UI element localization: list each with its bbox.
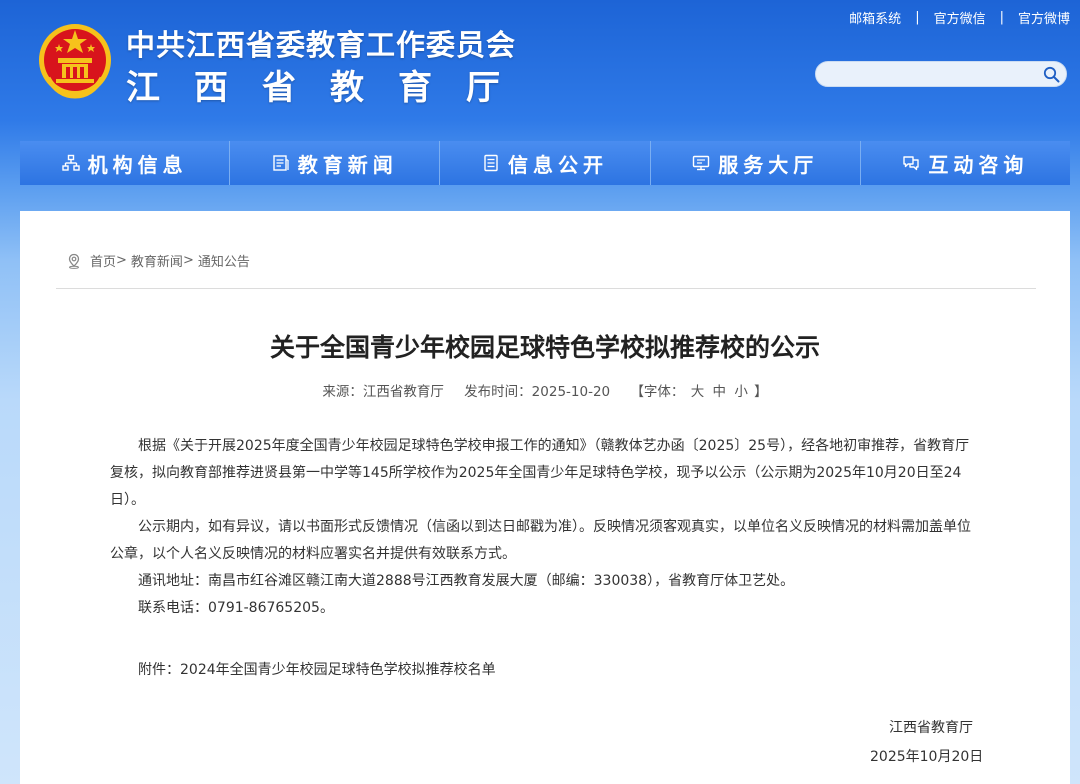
chat-icon xyxy=(903,156,920,171)
official-wechat-link[interactable]: 官方微信 xyxy=(934,8,986,27)
site-header: 中共江西省委教育工作委员会 江西省教育厅 邮箱系统 | 官方微信 | 官方微博 xyxy=(0,0,1080,140)
breadcrumb-notices[interactable]: 通知公告 xyxy=(198,251,250,270)
link-separator: | xyxy=(915,10,920,25)
main-nav: 机构信息 教育新闻 信息公开 服务大厅 互动咨询 xyxy=(20,141,1071,185)
article-title: 关于全国青少年校园足球特色学校拟推荐校的公示 xyxy=(269,333,820,362)
search-icon[interactable] xyxy=(1043,66,1060,83)
attachment-link[interactable]: 2024年全国青少年校园足球特色学校拟推荐校名单 xyxy=(180,662,496,678)
monitor-icon xyxy=(693,155,710,171)
paragraph: 公示期内，如有异议，请以书面形式反馈情况（信函以到达日邮戳为准）。反映情况须客观… xyxy=(110,519,971,562)
document-icon xyxy=(484,154,498,172)
font-size-bracket: 】 xyxy=(754,384,768,400)
mail-system-link[interactable]: 邮箱系统 xyxy=(849,8,901,27)
nav-label: 机构信息 xyxy=(87,152,188,177)
article-body: 根据《关于开展2025年度全国青少年校园足球特色学校申报工作的通知》（赣教体艺办… xyxy=(110,433,980,622)
nav-item-interactive-consult[interactable]: 互动咨询 xyxy=(860,141,1071,185)
location-pin-icon xyxy=(68,253,80,269)
dept-name: 江西省教育厅 xyxy=(126,68,534,108)
font-size-large-button[interactable]: 大 xyxy=(691,384,705,400)
breadcrumb-home[interactable]: 首页 xyxy=(90,251,116,270)
national-emblem-icon xyxy=(39,24,111,99)
font-size-medium-button[interactable]: 中 xyxy=(713,384,727,400)
article-date: 发布时间：2025-10-20 xyxy=(464,384,611,400)
nav-item-service-hall[interactable]: 服务大厅 xyxy=(650,141,861,185)
nav-label: 互动咨询 xyxy=(928,152,1029,177)
breadcrumb-separator: > xyxy=(116,253,127,268)
news-icon xyxy=(273,155,289,171)
nav-item-org-info[interactable]: 机构信息 xyxy=(20,141,231,185)
article-panel: 首页 > 教育新闻 > 通知公告 关于全国青少年校园足球特色学校拟推荐校的公示 … xyxy=(20,211,1070,784)
font-size-small-button[interactable]: 小 xyxy=(734,384,748,400)
nav-item-edu-news[interactable]: 教育新闻 xyxy=(230,141,441,185)
font-size-control: 【字体： 大 中 小 】 xyxy=(630,384,767,400)
attachment-label: 附件： xyxy=(138,662,180,678)
signature-org: 江西省教育厅 xyxy=(889,720,973,736)
paragraph: 联系电话：0791-86765205。 xyxy=(138,600,334,616)
font-size-label: 【字体： xyxy=(630,384,685,400)
nav-label: 服务大厅 xyxy=(718,152,819,177)
official-weibo-link[interactable]: 官方微博 xyxy=(1018,8,1070,27)
org-name: 中共江西省委教育工作委员会 xyxy=(126,28,517,62)
paragraph: 通讯地址：南昌市红谷滩区赣江南大道2888号江西教育发展大厦（邮编：330038… xyxy=(138,573,795,589)
signature-date: 2025年10月20日 xyxy=(870,749,984,765)
top-links: 邮箱系统 | 官方微信 | 官方微博 xyxy=(849,8,1070,27)
search-input[interactable] xyxy=(826,65,1036,83)
breadcrumb-separator: > xyxy=(182,253,194,268)
link-separator: | xyxy=(999,10,1004,25)
breadcrumb-edu-news[interactable]: 教育新闻 xyxy=(131,251,183,270)
nav-label: 教育新闻 xyxy=(297,152,398,177)
article-meta: 来源：江西省教育厅 发布时间：2025-10-20 【字体： 大 中 小 】 xyxy=(20,380,1070,400)
article-source: 来源：江西省教育厅 xyxy=(322,384,444,400)
paragraph: 根据《关于开展2025年度全国青少年校园足球特色学校申报工作的通知》（赣教体艺办… xyxy=(110,438,970,508)
breadcrumb: 首页 > 教育新闻 > 通知公告 xyxy=(66,251,250,270)
divider xyxy=(56,288,1036,289)
attachment-line: 附件：2024年全国青少年校园足球特色学校拟推荐校名单 xyxy=(110,659,980,679)
nav-item-info-public[interactable]: 信息公开 xyxy=(440,141,651,185)
org-chart-icon xyxy=(61,154,80,171)
nav-label: 信息公开 xyxy=(508,152,608,177)
search-box xyxy=(815,61,1067,87)
